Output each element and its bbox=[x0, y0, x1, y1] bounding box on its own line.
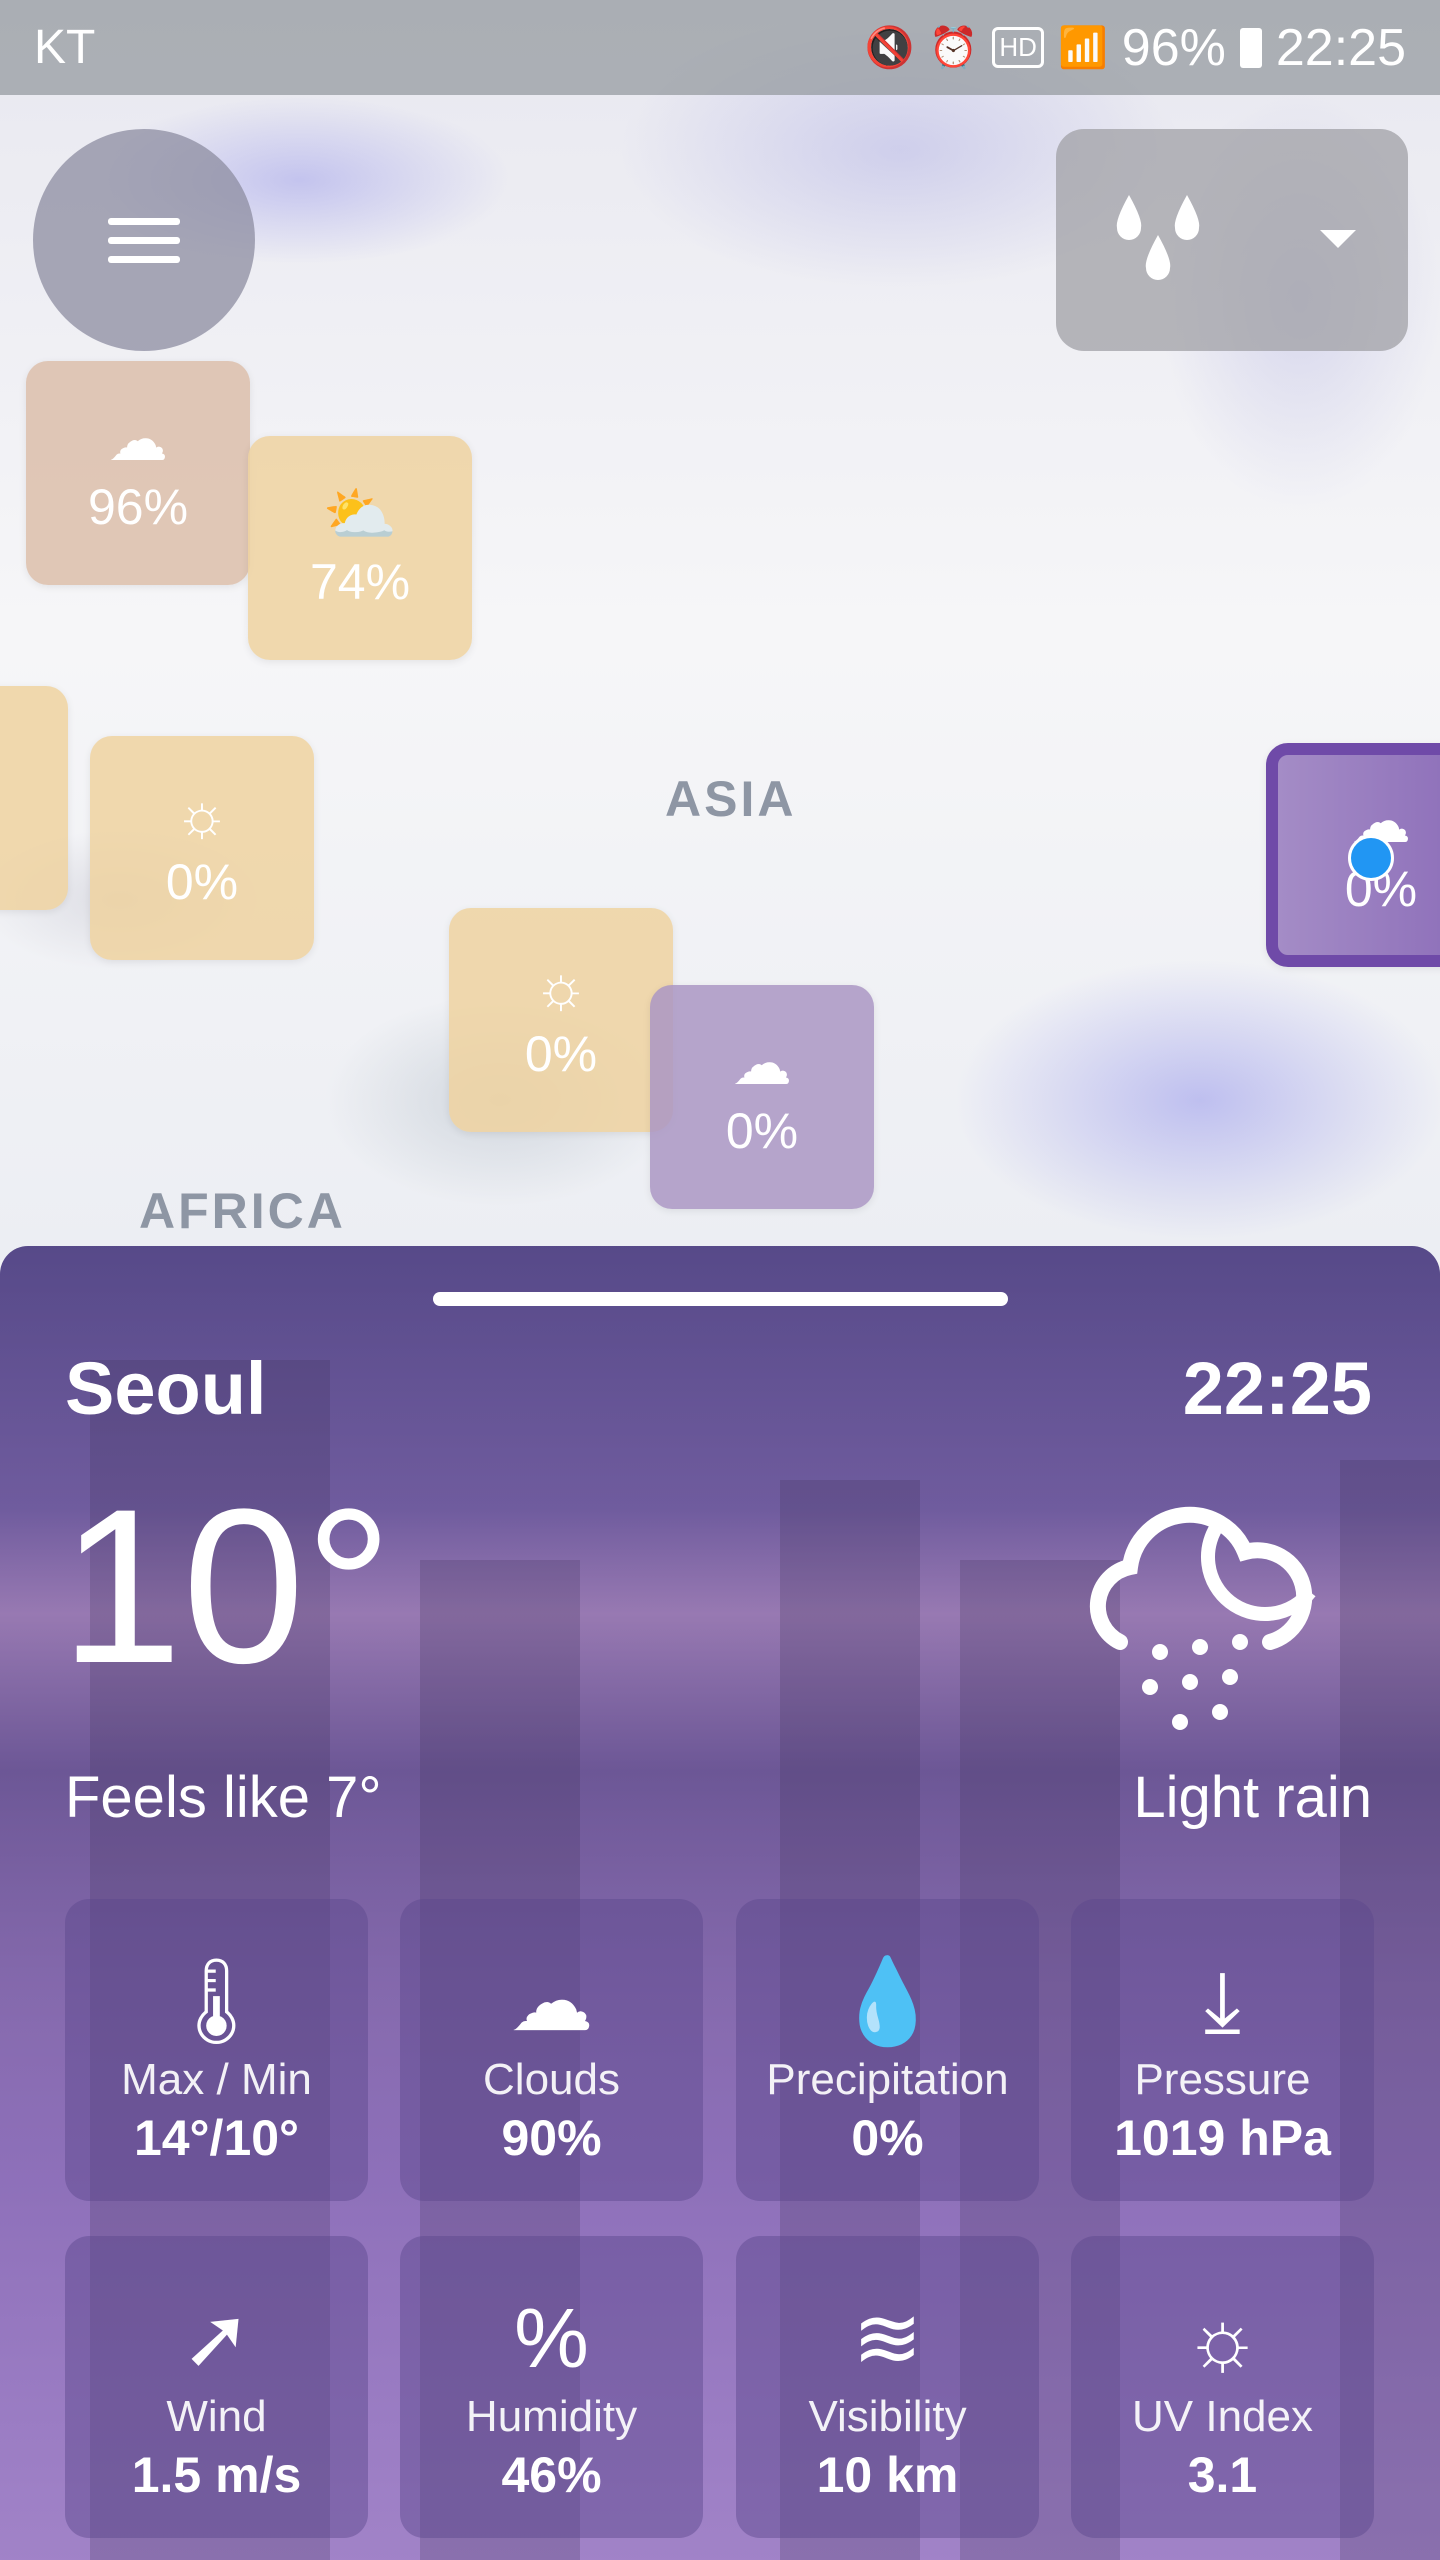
marker-value: 0% bbox=[165, 854, 239, 910]
layer-selector-dropdown[interactable] bbox=[1056, 129, 1408, 351]
current-location-dot bbox=[1348, 835, 1394, 881]
drag-handle[interactable] bbox=[433, 1292, 1008, 1306]
precipitation-drops-icon bbox=[1116, 195, 1199, 280]
sun-cloud-snow-icon: ⛅ bbox=[322, 481, 398, 548]
map-marker[interactable]: ☼ 0% bbox=[90, 736, 314, 960]
tile-value: 10 km bbox=[816, 2447, 959, 2503]
tile-precipitation[interactable]: 💧 Precipitation 0% bbox=[736, 1899, 1039, 2201]
tile-value: 0% bbox=[851, 2110, 924, 2166]
tile-label: Clouds bbox=[483, 2055, 620, 2104]
tile-value: 3.1 bbox=[1187, 2447, 1258, 2503]
tile-pressure[interactable]: ⤓ Pressure 1019 hPa bbox=[1071, 1899, 1374, 2201]
tile-label: UV Index bbox=[1132, 2392, 1313, 2441]
weather-condition: Light rain bbox=[1133, 1765, 1372, 1830]
cloud-hail-icon: ☁ bbox=[732, 1030, 792, 1097]
tile-label: Pressure bbox=[1134, 2055, 1311, 2104]
tile-label: Precipitation bbox=[766, 2055, 1009, 2104]
tile-humidity[interactable]: % Humidity 46% bbox=[400, 2236, 703, 2538]
map-marker[interactable]: ⛅ 74% bbox=[248, 436, 472, 660]
map-label-asia: ASIA bbox=[665, 771, 797, 827]
alarm-icon: ⏰ bbox=[928, 26, 979, 70]
hd-voice-icon: HD bbox=[992, 27, 1044, 68]
tile-value: 1019 hPa bbox=[1114, 2110, 1331, 2166]
marker-value: 74% bbox=[309, 554, 411, 610]
marker-value: 0% bbox=[524, 1026, 598, 1082]
map-label-africa: AFRICA bbox=[139, 1183, 346, 1239]
cloud-icon: ☁ bbox=[509, 1954, 594, 2048]
local-time: 22:25 bbox=[1182, 1347, 1372, 1430]
current-weather-sheet[interactable]: Seoul 22:25 10° Feels like 7° Light rain… bbox=[0, 1246, 1440, 2560]
marker-value: 96% bbox=[87, 479, 189, 535]
cloud-icon: ☁ bbox=[108, 406, 168, 473]
sun-icon: ☼ bbox=[174, 781, 230, 848]
marker-value: 0% bbox=[725, 1103, 799, 1159]
tile-clouds[interactable]: ☁ Clouds 90% bbox=[400, 1899, 703, 2201]
drops-icon: 💧 bbox=[835, 1954, 940, 2048]
cloud-moon-rain-icon bbox=[1089, 1506, 1316, 1730]
battery-icon bbox=[1239, 27, 1262, 68]
map-marker-partial[interactable] bbox=[0, 686, 68, 910]
tile-label: Max / Min bbox=[121, 2055, 312, 2104]
fog-icon: ≋ bbox=[852, 2291, 923, 2385]
clock: 22:25 bbox=[1275, 18, 1406, 77]
current-temperature: 10° bbox=[60, 1463, 393, 1709]
tile-label: Visibility bbox=[808, 2392, 967, 2441]
tile-value: 14°/10° bbox=[133, 2110, 300, 2166]
wifi-icon: 📶 bbox=[1057, 26, 1108, 70]
sun-icon: ☼ bbox=[533, 953, 589, 1020]
wind-arrow-icon: ➚ bbox=[181, 2291, 252, 2385]
battery-percent: 96% bbox=[1121, 18, 1226, 77]
map-marker-selected[interactable]: ☁ 0% bbox=[1266, 743, 1440, 967]
tile-wind[interactable]: ➚ Wind 1.5 m/s bbox=[65, 2236, 368, 2538]
city-name: Seoul bbox=[65, 1347, 267, 1430]
tile-label: Wind bbox=[166, 2392, 267, 2441]
sun-icon: ☼ bbox=[1184, 2291, 1261, 2385]
thermometer-icon: 🌡 bbox=[163, 1954, 270, 2048]
menu-button[interactable] bbox=[33, 129, 255, 351]
tile-uv-index[interactable]: ☼ UV Index 3.1 bbox=[1071, 2236, 1374, 2538]
map-marker[interactable]: ☁ 0% bbox=[650, 985, 874, 1209]
map-marker[interactable]: ☼ 0% bbox=[449, 908, 673, 1132]
hamburger-icon bbox=[108, 206, 180, 275]
status-bar: KT 🔇 ⏰ HD 📶 96% 22:25 bbox=[0, 0, 1440, 95]
tile-value: 90% bbox=[501, 2110, 602, 2166]
tile-label: Humidity bbox=[465, 2392, 638, 2441]
chevron-down-icon bbox=[1319, 230, 1356, 248]
map-marker[interactable]: ☁ 96% bbox=[26, 361, 250, 585]
carrier: KT bbox=[34, 21, 96, 74]
tile-value: 1.5 m/s bbox=[131, 2447, 302, 2503]
pressure-download-icon: ⤓ bbox=[1203, 1954, 1242, 2048]
feels-like: Feels like 7° bbox=[65, 1765, 382, 1830]
tile-visibility[interactable]: ≋ Visibility 10 km bbox=[736, 2236, 1039, 2538]
mute-icon: 🔇 bbox=[864, 26, 915, 70]
tile-max-min[interactable]: 🌡 Max / Min 14°/10° bbox=[65, 1899, 368, 2201]
humidity-icon: % bbox=[514, 2291, 589, 2385]
tile-value: 46% bbox=[501, 2447, 602, 2503]
